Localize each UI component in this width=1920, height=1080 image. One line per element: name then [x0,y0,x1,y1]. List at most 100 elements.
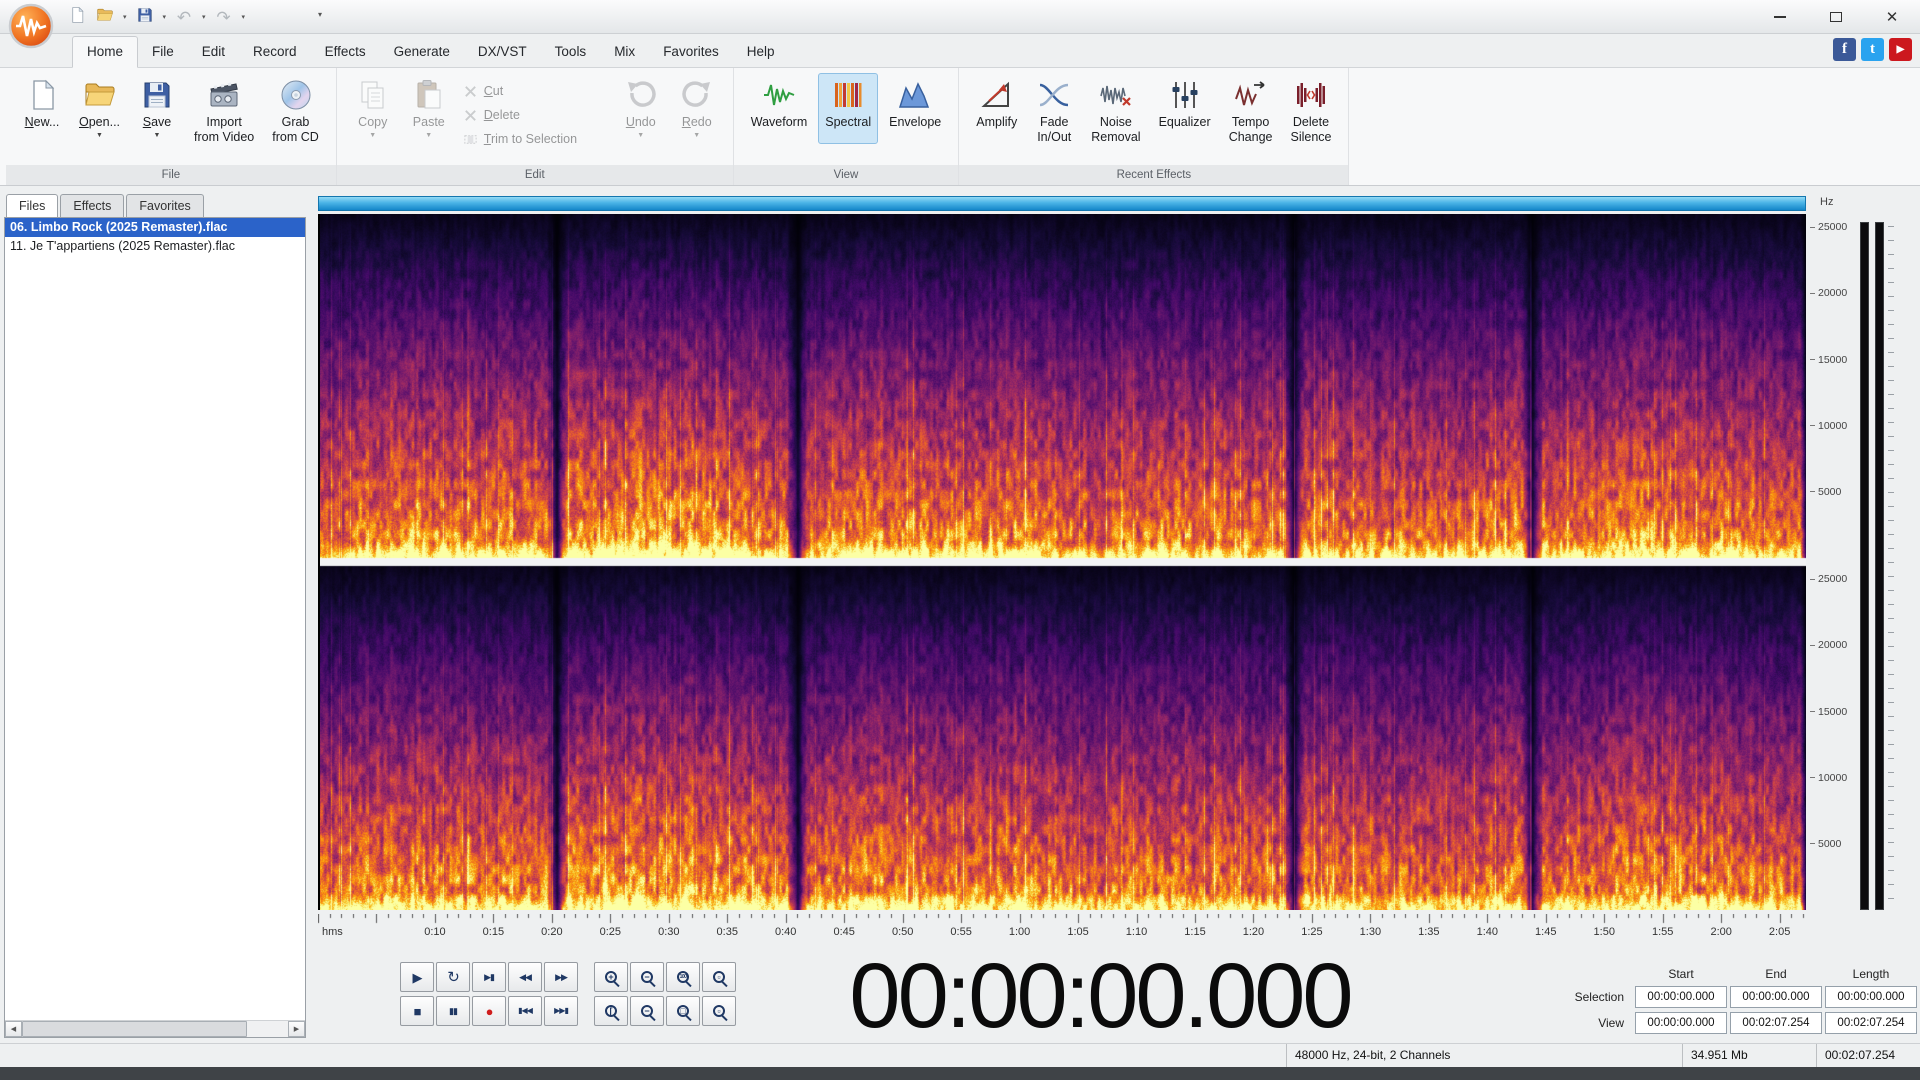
file-list-item[interactable]: 11. Je T'appartiens (2025 Remaster).flac [5,237,305,256]
menu-tab-dx-vst[interactable]: DX/VST [464,37,541,67]
open-file-button[interactable] [92,4,118,30]
ribbon-button-fade-in-out[interactable]: Fade In/Out [1028,73,1080,159]
scroll-left-arrow-icon[interactable]: ◀ [5,1021,22,1037]
spectrogram-view[interactable] [318,214,1806,910]
menu-tab-favorites[interactable]: Favorites [649,37,733,67]
selection-value-view-start[interactable]: 00:00:00.000 [1635,1012,1727,1034]
horizontal-scrollbar[interactable]: ◀ ▶ [5,1020,305,1037]
save-file-button[interactable] [132,4,158,30]
fast-forward-button[interactable]: ▶▶ [544,962,578,992]
timeline-label: 0:50 [891,926,914,938]
playback-cursor[interactable] [318,214,320,910]
pause-button[interactable]: ▮▮ [436,996,470,1026]
menu-tab-effects[interactable]: Effects [311,37,380,67]
selection-value-selection-length[interactable]: 00:00:00.000 [1825,986,1917,1008]
ribbon-button-undo[interactable]: Undo ▼ [615,73,667,144]
dropdown-arrow-icon[interactable]: ▾ [120,13,130,21]
ribbon-button-label: Envelope [889,115,942,129]
menu-tab-help[interactable]: Help [733,37,789,67]
loop-button[interactable]: ↻ [436,962,470,992]
dropdown-arrow-icon[interactable]: ▾ [199,13,209,21]
ribbon-button-trim-to-selection[interactable]: Trim to Selection [459,129,611,149]
selection-value-view-end[interactable]: 00:02:07.254 [1730,1012,1822,1034]
new-document-button[interactable] [64,4,90,30]
play-to-end-button[interactable]: ▶▮ [472,962,506,992]
menu-tab-generate[interactable]: Generate [380,37,464,67]
play-button[interactable]: ▶ [400,962,434,992]
menubar: Home File Edit Record Effects Generate DX/VST T… [0,34,1920,68]
ribbon-button-delete[interactable]: Delete [459,105,611,125]
sidebar-tabs: Files Effects Favorites [4,192,306,219]
dropdown-arrow-icon[interactable]: ▾ [239,13,249,21]
scroll-right-arrow-icon[interactable]: ▶ [288,1021,305,1037]
zoom-project-button[interactable]: □ [666,996,700,1026]
menu-tabs: Home File Edit Record Effects Generate DX/VST T… [0,34,1920,68]
menu-tab-edit[interactable]: Edit [188,37,239,67]
zoom-full-button[interactable]: 100 [666,962,700,992]
timeline-label: 0:30 [658,926,680,938]
menu-tab-file[interactable]: File [138,37,188,67]
window-minimize-button[interactable] [1752,0,1808,34]
ribbon-button-new[interactable]: New... [16,73,68,144]
ribbon-button-redo[interactable]: Redo ▼ [671,73,723,144]
ribbon-button-save[interactable]: Save ▼ [131,73,183,144]
redo-button[interactable]: ↷ [211,4,237,30]
ribbon-button-cut[interactable]: Cut [459,81,611,101]
spectrogram-canvas[interactable] [318,214,1806,910]
ribbon-button-amplify[interactable]: Amplify [969,73,1024,144]
menu-tab-record[interactable]: Record [239,37,311,67]
ribbon-button-envelope[interactable]: Envelope [882,73,948,144]
ribbon-group-label: Recent Effects [959,165,1349,185]
time-ruler[interactable]: hms 0:10 0:15 0:20 0:25 0:30 0:35 0:40 0:45 0:50… [318,914,1806,944]
ribbon-button-tempo-change[interactable]: Tempo Change [1222,73,1280,159]
ribbon-button-open[interactable]: Open... ▼ [72,73,127,144]
timeline-label: 0:35 [716,926,738,938]
horizontal-scrollbar-thumb[interactable] [22,1021,247,1037]
sidebar-tab-files[interactable]: Files [6,194,59,219]
status-file-size: 34.951 Mb [1682,1044,1816,1067]
ribbon-button-import-from-video[interactable]: Import from Video [187,73,261,159]
selection-value-view-length[interactable]: 00:02:07.254 [1825,1012,1917,1034]
sidebar-tab-favorites[interactable]: Favorites [126,194,204,218]
timeline-label: 1:20 [1242,926,1265,938]
sidebar-tab-effects[interactable]: Effects [60,194,125,218]
ribbon-button-equalizer[interactable]: Equalizer [1152,73,1218,144]
go-to-end-button[interactable]: ▶▶▮ [544,996,578,1026]
dropdown-arrow-icon[interactable]: ▾ [160,13,170,21]
ribbon-button-copy[interactable]: Copy ▼ [347,73,399,144]
window-close-button[interactable]: ✕ [1864,0,1920,34]
ribbon-button-spectral[interactable]: Spectral [818,73,879,144]
zoom-in-button[interactable]: + [594,962,628,992]
twitter-icon[interactable]: t [1861,38,1884,61]
record-button[interactable]: ● [472,996,506,1026]
ribbon-button-grab-from-cd[interactable]: Grab from CD [265,73,326,159]
ribbon-button-delete-silence[interactable]: Delete Silence [1283,73,1338,159]
rewind-button[interactable]: ◀◀ [508,962,542,992]
ribbon-button-noise-removal[interactable]: Noise Removal [1084,73,1147,159]
magnifier-icon: − [641,971,653,983]
selection-value-selection-start[interactable]: 00:00:00.000 [1635,986,1727,1008]
zoom-to-selection-button[interactable]: ▫ [702,996,736,1026]
menu-tab-home[interactable]: Home [72,36,139,68]
go-to-start-button[interactable]: ▮◀◀ [508,996,542,1026]
dropdown-arrow-icon: ▼ [369,132,377,139]
zoom-vertical-in-button[interactable]: [ [594,996,628,1026]
window-maximize-button[interactable] [1808,0,1864,34]
menu-tab-mix[interactable]: Mix [600,37,649,67]
toolbar-overflow-icon[interactable]: ▾ [318,10,322,19]
menu-tab-tools[interactable]: Tools [541,37,601,67]
zoom-selection-button[interactable]: ▫ [702,962,736,992]
ribbon-button-waveform[interactable]: Waveform [744,73,815,144]
overview-position-bar[interactable] [318,196,1806,211]
zoom-vertical-out-button[interactable]: − [630,996,664,1026]
stop-button[interactable]: ■ [400,996,434,1026]
zoom-out-button[interactable]: − [630,962,664,992]
ribbon-button-paste[interactable]: Paste ▼ [403,73,455,144]
level-meters [1858,222,1904,910]
youtube-icon[interactable]: ▶ [1889,38,1912,61]
facebook-icon[interactable]: f [1833,38,1856,61]
undo-button[interactable]: ↶ [171,4,197,30]
frequency-tick-label: 25000 [1810,221,1847,233]
file-list-item[interactable]: 06. Limbo Rock (2025 Remaster).flac [5,218,305,237]
selection-value-selection-end[interactable]: 00:00:00.000 [1730,986,1822,1008]
